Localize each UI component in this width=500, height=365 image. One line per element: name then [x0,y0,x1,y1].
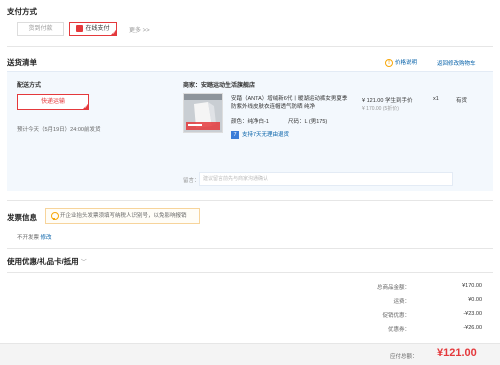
product-price-note: 学生到手价 [384,98,413,104]
divider [7,200,493,201]
product-name[interactable]: 安踏（ANTA）增绒新6代丨暖湖运动裤女男夏季防紫外线皮肤衣连帽透气防晒 纯净 [231,95,349,111]
return-policy[interactable]: 7 支持7天无理由退货 [231,130,289,139]
product-image[interactable] [183,93,223,133]
invoice-title: 发票信息 [7,213,37,222]
product-color: 颜色：纯净白-1 [231,119,269,125]
back-to-cart-link[interactable]: 返回修改购物车 [437,59,476,67]
cod-option[interactable]: 货到付款 [17,22,64,36]
summary-row-promotion: 促销优惠： -¥23.00 [322,311,482,323]
coupon-title: 使用优惠/礼品卡/抵用 [7,257,79,266]
summary-row-shipping: 运费： ¥0.00 [322,297,482,309]
product-size: 尺码：L (男175) [288,119,328,125]
info-icon: ! [385,58,393,67]
divider [7,46,493,47]
summary-label: 促销优惠： [382,313,410,319]
payment-title: 支付方式 [7,7,37,16]
summary-row-coupon: 优惠券： -¥26.00 [322,325,482,337]
invoice-status: 不开发票 修改 [17,233,52,241]
summary-value: -¥26.00 [463,325,482,331]
invoice-tip-text: 开企业抬头发票须填写纳税人识别号，以免影响报销 [60,213,187,219]
summary-label: 优惠券： [387,327,410,333]
divider [7,272,493,273]
check-icon: ✓ [112,30,116,35]
express-option[interactable]: 快递运输 ✓ [17,94,89,110]
online-pay-label: 在线支付 [85,26,110,32]
remark-label: 留言： [183,178,200,184]
product-original-price: ¥ 170.00 (5折价) [362,106,399,112]
coupon-toggle[interactable]: 使用优惠/礼品卡/抵用 ﹀ [7,256,87,267]
bulb-icon [51,211,59,220]
delivery-title: 送货清单 [7,58,37,67]
price-note-label: 价格说明 [395,60,418,66]
product-stock: 有货 [456,98,468,104]
summary-label: 总商品金额： [376,285,410,291]
delivery-method-title: 配送方式 [17,83,42,89]
payable-bar [0,343,500,365]
return-policy-label: 支持7天无理由退货 [242,132,290,138]
summary-value: ¥0.00 [468,297,482,303]
summary-value: -¥23.00 [463,311,482,317]
invoice-modify-link[interactable]: 修改 [41,235,52,241]
invoice-tip: 开企业抬头发票须填写纳税人识别号，以免影响报销 [45,208,200,224]
price-note-link[interactable]: ! 价格说明 [385,58,417,67]
more-payment-link[interactable]: 更多 >> [129,25,150,34]
invoice-status-text: 不开发票 [17,235,40,241]
product-thumbnail [184,94,222,132]
payable-label: 应付总额： [390,354,418,360]
divider [7,248,493,249]
chevron-down-icon: ﹀ [80,260,87,266]
return-badge-icon: 7 [231,130,239,139]
remark-input[interactable]: 建议留言前先与商家沟通确认 [199,172,453,186]
summary-value: ¥170.00 [462,283,482,289]
express-label: 快递运输 [40,99,65,105]
summary-label: 运费： [393,299,410,305]
summary-row-total: 总商品金额： ¥170.00 [322,283,482,295]
product-qty: x1 [433,96,439,102]
payable-amount: ¥121.00 [437,347,477,359]
product-price: ¥ 121.00 学生到手价 [362,96,412,104]
online-pay-option[interactable]: 在线支付 ✓ [69,22,117,36]
shop-name: 商家：安踏运动生活旗舰店 [183,83,256,89]
check-icon: ✓ [84,104,88,109]
payment-icon [76,24,84,32]
delivery-estimate: 预计今天（5月19日）24:00前发货 [17,127,101,133]
product-price-value: ¥ 121.00 [362,98,384,104]
